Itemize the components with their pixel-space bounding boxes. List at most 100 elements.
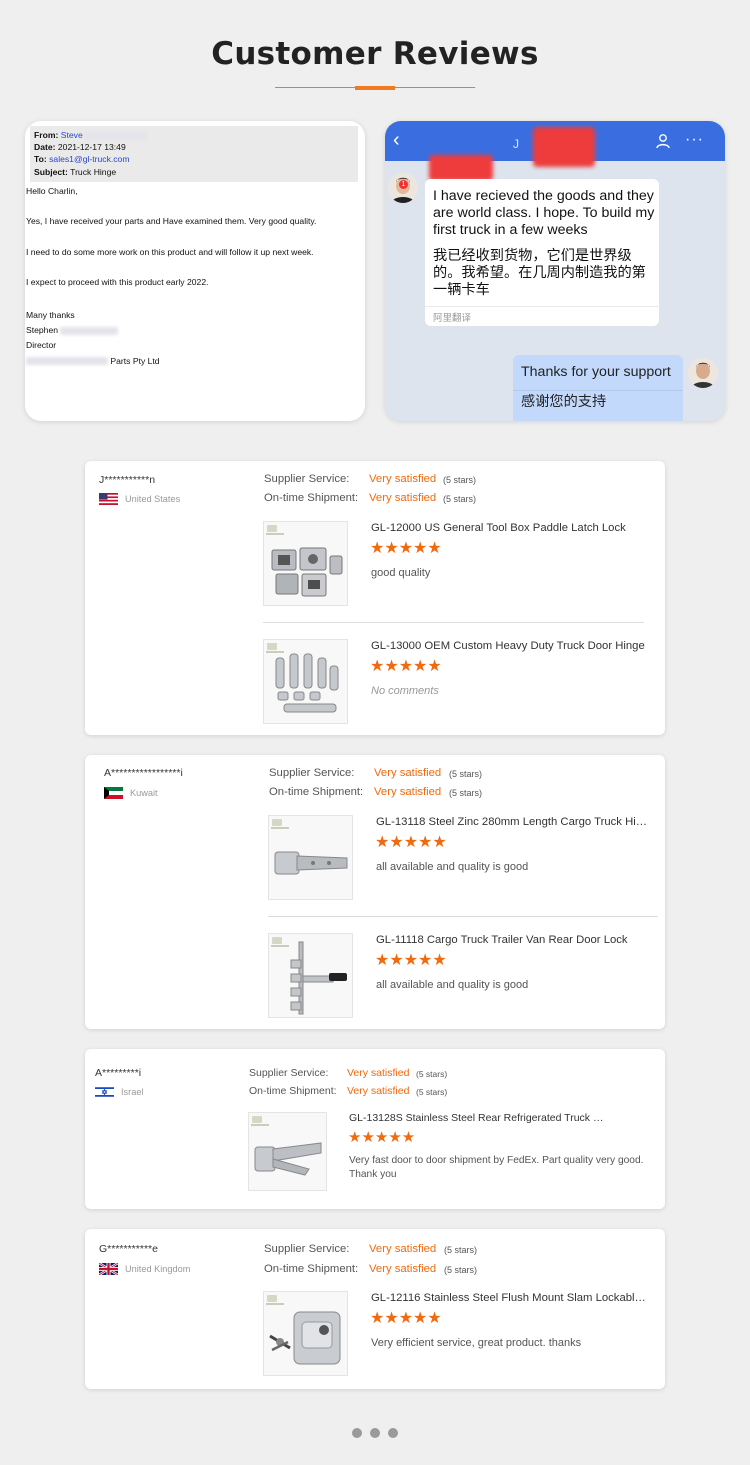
pagination-dot[interactable] xyxy=(370,1428,380,1438)
reviewer-name: A*********i xyxy=(95,1067,142,1079)
product-thumbnail[interactable] xyxy=(263,521,348,606)
supplier-service-label: Supplier Service: xyxy=(264,473,350,485)
supplier-service-value: Very satisfied xyxy=(374,767,442,779)
email-body: Hello Charlin, Yes, I have received your… xyxy=(25,182,365,369)
supplier-service-value: Very satisfied xyxy=(369,473,437,485)
supplier-service-label: Supplier Service: xyxy=(269,767,355,779)
email-line-2: I need to do some more work on this prod… xyxy=(26,246,314,257)
product-thumbnail[interactable] xyxy=(263,1291,348,1376)
reviewer-name: G***********e xyxy=(99,1243,158,1255)
email-subject-value: Truck Hinge xyxy=(70,166,117,177)
user-icon[interactable] xyxy=(655,133,671,149)
rating-stars: ★★★★★ xyxy=(370,658,442,675)
avatar: 1 xyxy=(388,173,418,203)
shipment-value: Very satisfied xyxy=(347,1085,410,1097)
shipment-label: On-time Shipment: xyxy=(264,492,359,504)
rating-stars: ★★★★★ xyxy=(375,834,447,851)
shipment-value: Very satisfied xyxy=(369,492,437,504)
product-thumbnail[interactable] xyxy=(268,815,353,900)
bubble-divider xyxy=(513,390,683,391)
redacted-block xyxy=(533,127,595,167)
pagination-dot[interactable] xyxy=(388,1428,398,1438)
product-separator xyxy=(268,916,658,917)
review-card: A*********i Israel Supplier Service: Ver… xyxy=(85,1049,665,1209)
reviewer-country: Kuwait xyxy=(104,787,158,799)
review-comment: No comments xyxy=(371,685,439,697)
rating-stars: ★★★★★ xyxy=(370,1310,442,1327)
product-thumbnail[interactable] xyxy=(248,1112,327,1191)
incoming-message-bubble: I have recieved the goods and they are w… xyxy=(425,179,659,326)
review-comment: Very fast door to door shipment by FedEx… xyxy=(349,1155,644,1180)
product-title[interactable]: GL-12000 US General Tool Box Paddle Latc… xyxy=(371,522,651,534)
email-to-value: sales1@gl-truck.com xyxy=(49,154,130,165)
email-greeting: Hello Charlin, xyxy=(26,185,78,196)
redacted-block xyxy=(429,155,493,181)
product-title[interactable]: GL-11118 Cargo Truck Trailer Van Rear Do… xyxy=(376,934,651,946)
more-icon[interactable]: ··· xyxy=(685,131,704,149)
email-from-label: From: xyxy=(34,130,59,140)
shipment-stars: (5 stars) xyxy=(449,788,483,798)
supplier-service-stars: (5 stars) xyxy=(443,475,477,485)
pagination-dot[interactable] xyxy=(352,1428,362,1438)
email-signature-4: Parts Pty Ltd xyxy=(110,355,160,366)
email-signature-1: Many thanks xyxy=(26,309,75,320)
review-card: G***********e United Kingdom Supplier Se… xyxy=(85,1229,665,1389)
rating-stars: ★★★★★ xyxy=(348,1129,416,1146)
outgoing-message-bubble: Thanks for your support 感谢您的支持 xyxy=(513,355,683,421)
supplier-service-value: Very satisfied xyxy=(369,1243,437,1255)
supplier-service-label: Supplier Service: xyxy=(249,1067,329,1079)
email-date-value: 2021-12-17 13:49 xyxy=(57,142,126,153)
us-flag-icon xyxy=(99,493,118,505)
shipment-value: Very satisfied xyxy=(369,1263,437,1275)
supplier-service-stars: (5 stars) xyxy=(449,769,483,779)
email-from-value: Steve xyxy=(60,130,83,140)
review-card: A*****************i Kuwait Supplier Serv… xyxy=(85,755,665,1029)
pagination-dots xyxy=(352,1428,398,1438)
review-comment: all available and quality is good xyxy=(376,979,529,991)
product-title[interactable]: GL-13000 OEM Custom Heavy Duty Truck Doo… xyxy=(371,640,651,652)
rating-stars: ★★★★★ xyxy=(370,540,442,557)
notification-badge: 1 xyxy=(399,180,408,189)
reviewer-name: A*****************i xyxy=(104,767,183,779)
chat-screenshot-card: ‹ J ··· 1 I have recieved the goods and … xyxy=(385,121,725,421)
review-comment: all available and quality is good xyxy=(376,861,529,873)
translator-label: 阿里翻译 xyxy=(433,313,472,324)
email-subject-label: Subject: xyxy=(34,166,68,177)
israel-flag-icon xyxy=(95,1086,114,1098)
reviewer-country: United States xyxy=(99,493,180,505)
bubble-divider xyxy=(425,306,659,307)
chat-contact-name: J xyxy=(513,137,519,151)
product-title[interactable]: GL-13118 Steel Zinc 280mm Length Cargo T… xyxy=(376,816,651,828)
uk-flag-icon xyxy=(99,1263,118,1275)
country-label: United States xyxy=(125,494,181,504)
incoming-message-text: I have recieved the goods and they are w… xyxy=(433,188,655,238)
shipment-value: Very satisfied xyxy=(374,786,442,798)
review-comment: Very efficient service, great product. t… xyxy=(371,1337,582,1349)
redacted-block xyxy=(85,131,148,140)
supplier-service-label: Supplier Service: xyxy=(264,1243,350,1255)
country-label: Kuwait xyxy=(130,788,158,798)
back-icon[interactable]: ‹ xyxy=(393,129,400,152)
country-label: United Kingdom xyxy=(125,1264,191,1274)
product-title[interactable]: GL-13128S Stainless Steel Rear Refrigera… xyxy=(349,1112,609,1124)
product-title[interactable]: GL-12116 Stainless Steel Flush Mount Sla… xyxy=(371,1292,651,1304)
shipment-label: On-time Shipment: xyxy=(249,1085,337,1097)
outgoing-message-translation: 感谢您的支持 xyxy=(521,394,607,410)
reviewer-name: J***********n xyxy=(99,474,156,486)
product-thumbnail[interactable] xyxy=(268,933,353,1018)
email-signature-3: Director xyxy=(26,340,57,351)
rating-stars: ★★★★★ xyxy=(375,952,447,969)
kuwait-flag-icon xyxy=(104,787,123,799)
email-line-1: Yes, I have received your parts and Have… xyxy=(26,216,317,227)
country-label: Israel xyxy=(121,1087,144,1097)
email-to-label: To: xyxy=(34,154,47,165)
supplier-service-stars: (5 stars) xyxy=(444,1245,478,1255)
email-header: From: Steve Date: 2021-12-17 13:49 To: s… xyxy=(30,126,358,182)
supplier-service-value: Very satisfied xyxy=(347,1067,410,1079)
product-separator xyxy=(263,622,644,623)
supplier-service-stars: (5 stars) xyxy=(416,1069,448,1079)
review-card: J***********n United States Supplier Ser… xyxy=(85,461,665,735)
avatar xyxy=(688,358,718,388)
email-line-3: I expect to proceed with this product ea… xyxy=(26,277,209,288)
product-thumbnail[interactable] xyxy=(263,639,348,724)
